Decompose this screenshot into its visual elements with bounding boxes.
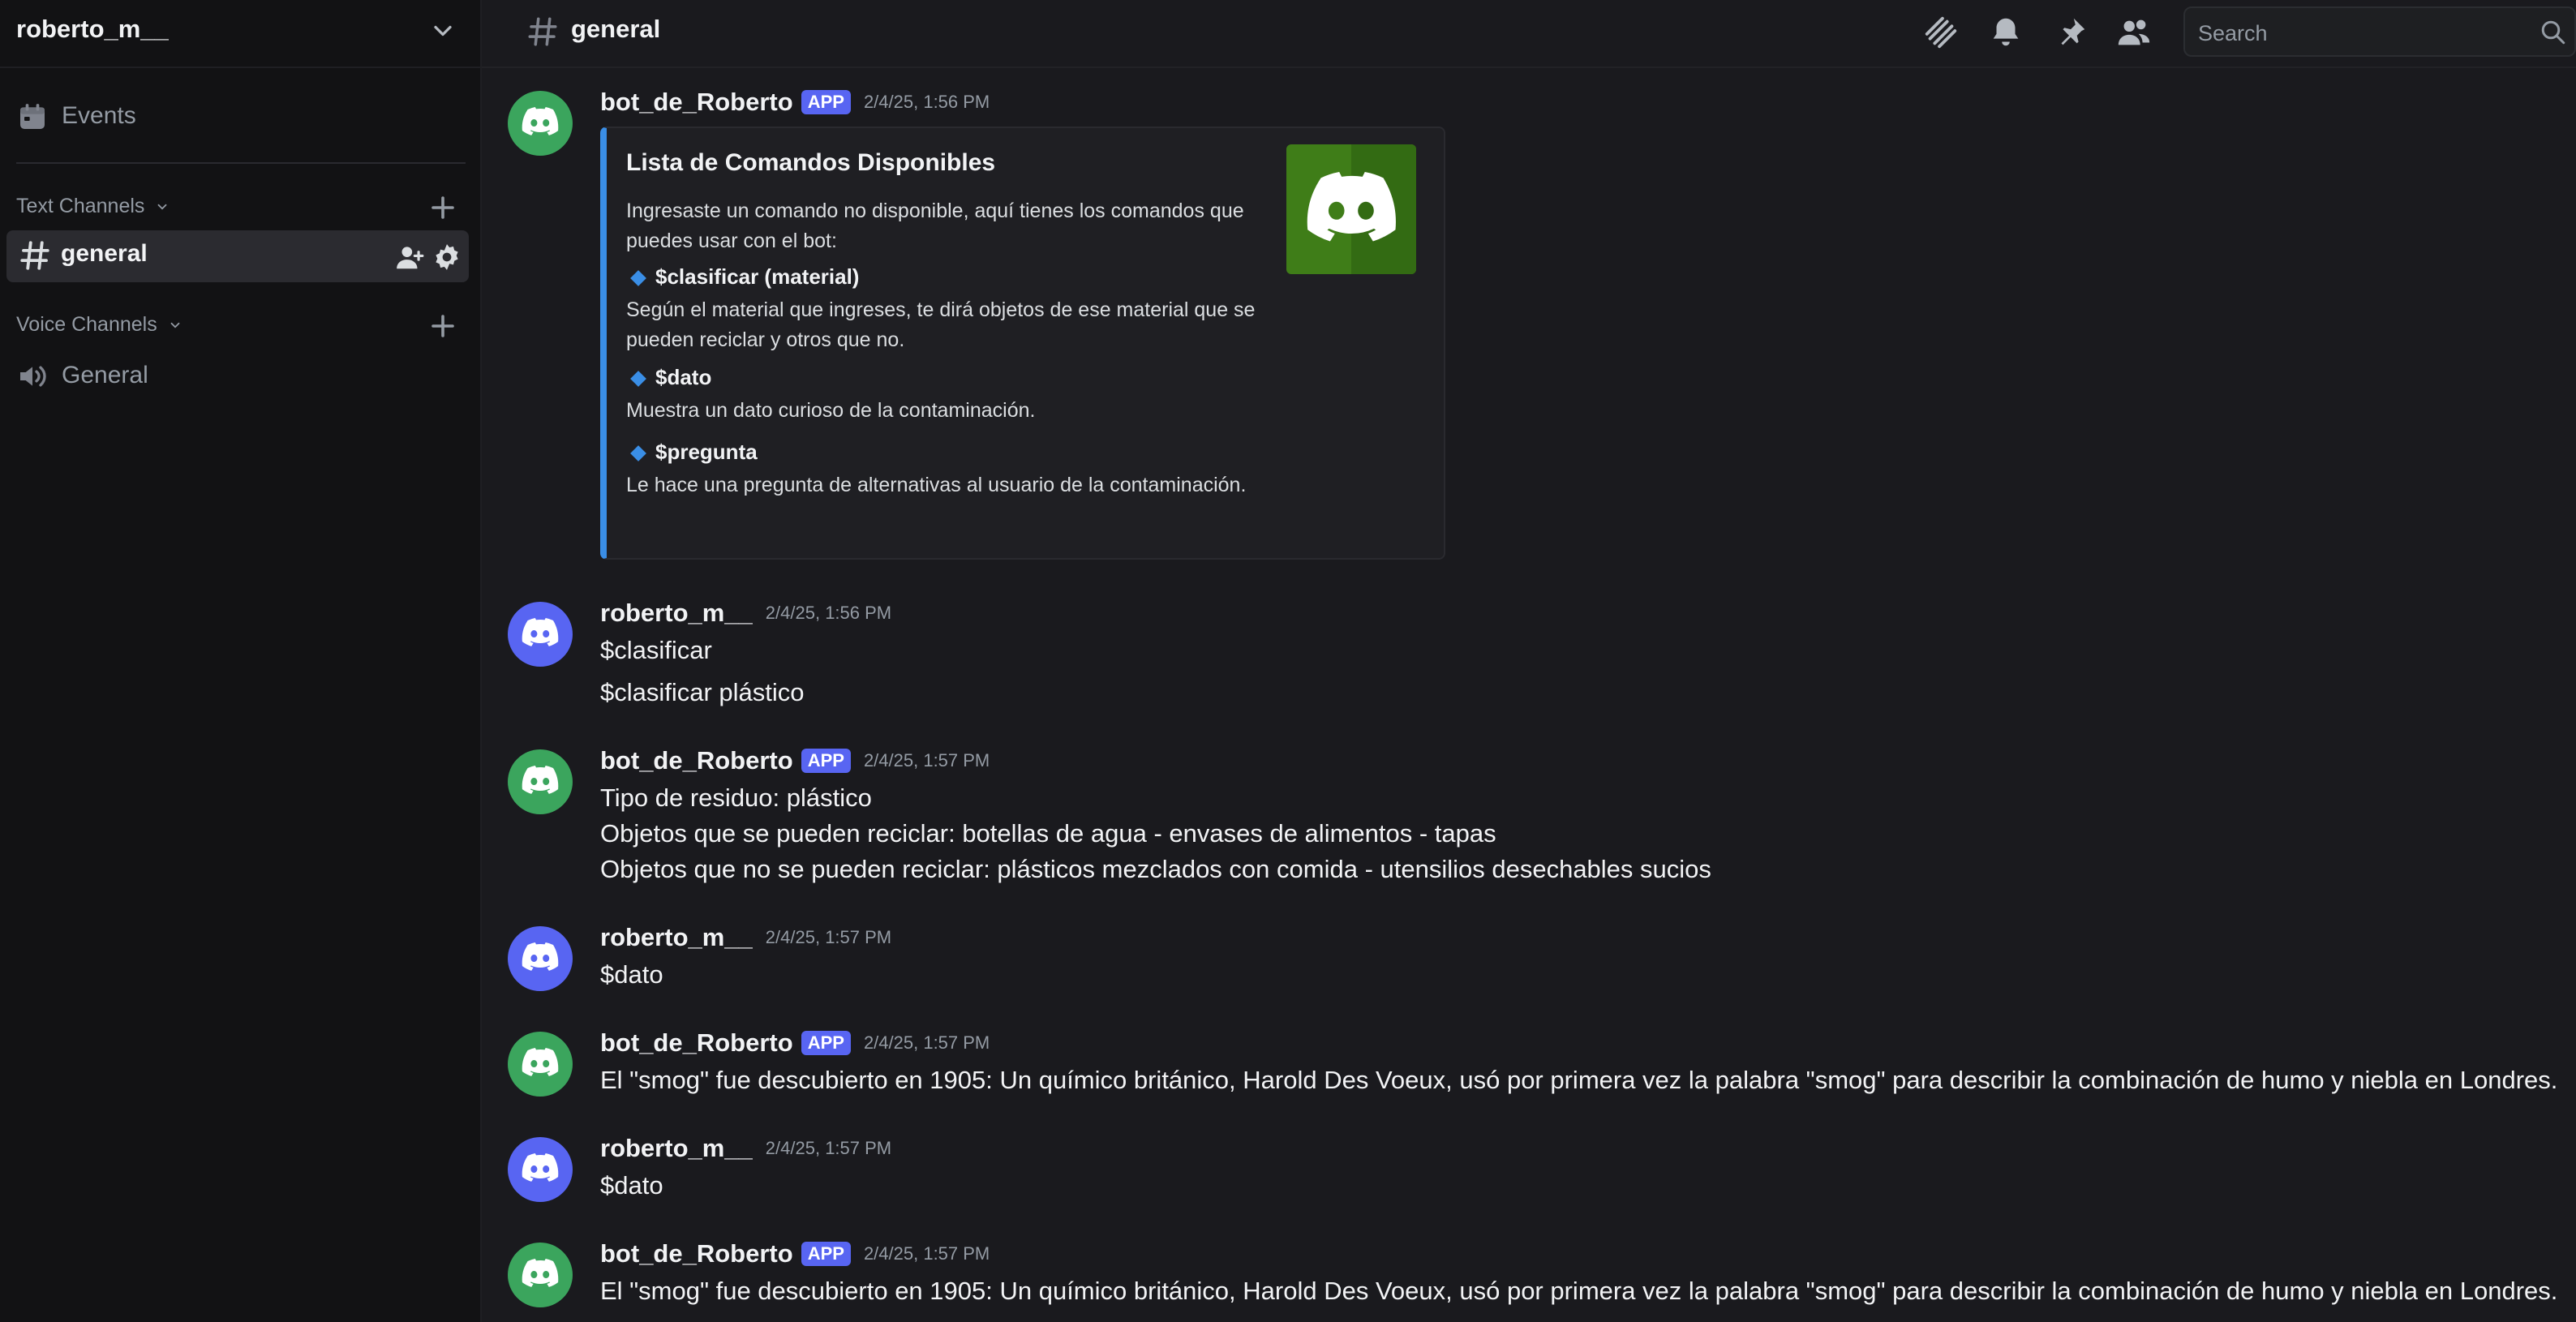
chevron-down-icon	[157, 204, 167, 210]
username[interactable]: bot_de_Roberto	[600, 1028, 793, 1057]
timestamp: 2/4/25, 1:56 PM	[765, 603, 892, 623]
channel-title: general	[571, 15, 661, 43]
message-text: $clasificar	[600, 636, 712, 664]
category-voice-channels[interactable]: Voice Channels	[16, 313, 182, 337]
timestamp: 2/4/25, 1:57 PM	[765, 927, 892, 947]
gear-icon[interactable]	[431, 242, 462, 273]
username[interactable]: bot_de_Roberto	[600, 88, 793, 116]
add-member-icon[interactable]	[394, 242, 425, 273]
sidebar-item-general[interactable]: general	[6, 230, 469, 282]
message-header: bot_de_Roberto APP 2/4/25, 1:57 PM	[600, 1239, 990, 1268]
speaker-icon	[20, 366, 46, 387]
server-header[interactable]: roberto_m__	[0, 0, 482, 68]
hashtag-icon	[20, 241, 49, 270]
chevron-down-icon[interactable]	[428, 16, 457, 45]
category-label: Voice Channels	[16, 313, 157, 336]
timestamp: 2/4/25, 1:57 PM	[765, 1138, 892, 1158]
create-channel-plus-icon[interactable]	[423, 307, 462, 346]
threads-icon[interactable]	[1922, 14, 1960, 51]
discord-logo-icon	[522, 1153, 559, 1182]
embed-card: Lista de Comandos Disponibles Ingresaste…	[600, 127, 1445, 560]
category-text-channels[interactable]: Text Channels	[16, 195, 170, 218]
username[interactable]: roberto_m__	[600, 923, 753, 951]
avatar[interactable]	[508, 1137, 573, 1202]
avatar[interactable]	[508, 1243, 573, 1307]
channel-label: general	[61, 240, 148, 267]
avatar[interactable]	[508, 926, 573, 991]
embed-field-value: Muestra un dato curioso de la contaminac…	[626, 399, 1036, 422]
message-text: $dato	[600, 960, 663, 989]
diamond-icon	[630, 445, 646, 462]
sidebar-item-label: Events	[62, 102, 136, 129]
message-text: Objetos que se pueden reciclar: botellas…	[600, 819, 1496, 848]
message-header: bot_de_Roberto APP 2/4/25, 1:57 PM	[600, 746, 990, 775]
avatar[interactable]	[508, 1032, 573, 1097]
bell-icon[interactable]	[1987, 14, 2024, 51]
message-header: bot_de_Roberto APP 2/4/25, 1:57 PM	[600, 1028, 990, 1058]
discord-logo-icon	[522, 107, 559, 135]
message-text: Objetos que no se pueden reciclar: plást…	[600, 855, 1711, 883]
field-name-text: $clasificar (material)	[655, 264, 860, 289]
timestamp: 2/4/25, 1:57 PM	[863, 1243, 990, 1264]
avatar[interactable]	[508, 91, 573, 156]
message-text: Tipo de residuo: plástico	[600, 783, 872, 812]
message-text: El "smog" fue descubierto en 1905: Un qu…	[600, 1277, 2558, 1305]
channel-sidebar: roberto_m__ Events Text Channels general	[0, 0, 482, 1322]
discord-logo-icon	[522, 618, 559, 646]
timestamp: 2/4/25, 1:57 PM	[863, 1032, 990, 1053]
field-name-text: $pregunta	[655, 440, 758, 464]
bot-logo-icon	[1307, 144, 1416, 274]
discord-logo-icon	[522, 942, 559, 971]
search-icon	[2541, 20, 2565, 45]
search-box[interactable]	[2183, 6, 2576, 57]
discord-logo-icon	[522, 766, 559, 794]
app-badge: APP	[801, 1242, 851, 1266]
message-text: El "smog" fue descubierto en 1905: Un qu…	[600, 1066, 2558, 1094]
search-input[interactable]	[2196, 16, 2524, 50]
category-label: Text Channels	[16, 195, 145, 217]
message-header: roberto_m__ 2/4/25, 1:57 PM	[600, 923, 891, 952]
username[interactable]: bot_de_Roberto	[600, 1239, 793, 1268]
message-text: $dato	[600, 1171, 663, 1200]
discord-logo-icon	[522, 1048, 559, 1076]
server-name: roberto_m__	[16, 15, 169, 43]
message-header: roberto_m__ 2/4/25, 1:57 PM	[600, 1134, 891, 1163]
avatar[interactable]	[508, 749, 573, 814]
embed-title: Lista de Comandos Disponibles	[626, 149, 996, 176]
pin-icon[interactable]	[2052, 14, 2089, 51]
embed-field-name: $pregunta	[626, 440, 758, 465]
timestamp: 2/4/25, 1:56 PM	[863, 92, 990, 112]
sidebar-divider	[16, 162, 466, 164]
message-header: bot_de_Roberto APP 2/4/25, 1:56 PM	[600, 88, 990, 117]
username[interactable]: roberto_m__	[600, 1134, 753, 1162]
message-header: roberto_m__ 2/4/25, 1:56 PM	[600, 599, 891, 628]
message-text: $clasificar plástico	[600, 678, 805, 706]
timestamp: 2/4/25, 1:57 PM	[863, 750, 990, 770]
field-name-text: $dato	[655, 365, 712, 389]
create-channel-plus-icon[interactable]	[423, 188, 462, 227]
app-badge: APP	[801, 749, 851, 773]
discord-logo-icon	[522, 1259, 559, 1287]
app-badge: APP	[801, 90, 851, 114]
embed-field-name: $clasificar (material)	[626, 264, 859, 290]
member-list-icon[interactable]	[2115, 14, 2153, 51]
channel-header: general	[482, 0, 2576, 68]
diamond-icon	[630, 371, 646, 388]
username[interactable]: bot_de_Roberto	[600, 746, 793, 775]
username[interactable]: roberto_m__	[600, 599, 753, 627]
embed-thumbnail[interactable]	[1286, 144, 1416, 274]
embed-description: Ingresaste un comando no disponible, aqu…	[626, 200, 1244, 252]
app-badge: APP	[801, 1031, 851, 1055]
avatar[interactable]	[508, 602, 573, 667]
embed-field-value: Según el material que ingreses, te dirá …	[626, 298, 1256, 351]
embed-field-name: $dato	[626, 365, 711, 390]
diamond-icon	[630, 270, 646, 287]
hashtag-icon	[528, 17, 557, 46]
calendar-icon	[20, 104, 45, 129]
embed-field-value: Le hace una pregunta de alternativas al …	[626, 474, 1247, 496]
sidebar-item-label: General	[62, 362, 148, 388]
chevron-down-icon	[170, 323, 180, 328]
